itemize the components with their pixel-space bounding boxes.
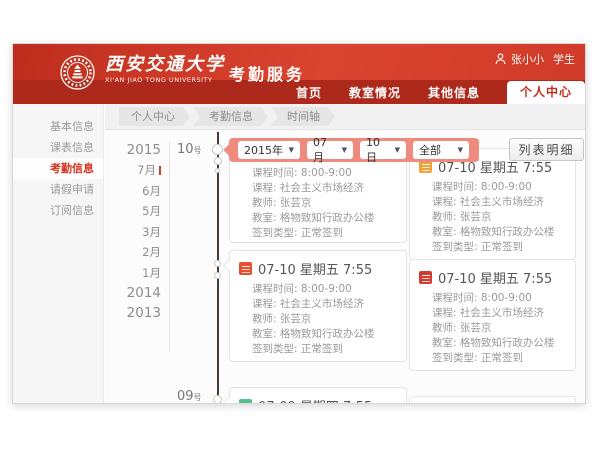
sidebar-item-attendance-info[interactable]: 考勤信息	[13, 158, 103, 179]
card-date-title: 07-09 星期四 7:55	[258, 396, 372, 404]
type-select[interactable]: 全部▼	[413, 141, 469, 159]
nav-item-personal-center[interactable]: 个人中心	[507, 81, 585, 104]
user-info[interactable]: 张小小 学生	[495, 51, 575, 67]
card-line-time: 课程时间: 8:00-9:00	[410, 291, 575, 306]
attendance-card: 07-10 星期五 7:55 课程时间: 8:00-9:00 课程: 社会主义市…	[229, 250, 407, 362]
breadcrumb-attendance-info[interactable]: 考勤信息	[193, 107, 268, 126]
calendar-icon	[239, 262, 252, 275]
app-window: 西安交通大学 XI'AN JIAO TONG UNIVERSITY 考勤服务 张…	[12, 43, 586, 404]
attendance-card	[409, 396, 576, 404]
calendar-icon	[419, 271, 432, 284]
nav-item-classrooms[interactable]: 教室情况	[349, 84, 401, 101]
card-line-course: 课程: 社会主义市场经济	[410, 195, 575, 210]
card-line-room: 教室: 格物致知行政办公楼	[410, 225, 575, 240]
card-line-course: 课程: 社会主义市场经济	[230, 297, 406, 312]
filter-bar: 2015年▼ 07月▼ 10日▼ 全部▼	[229, 138, 479, 162]
chevron-down-icon: ▼	[395, 146, 400, 154]
month-select[interactable]: 07月▼	[307, 141, 353, 159]
rail-year-2013[interactable]: 2013	[109, 303, 161, 323]
main-nav: 首页 教室情况 其他信息 个人中心	[296, 80, 585, 104]
rail-month-may[interactable]: 5月	[109, 201, 161, 222]
breadcrumb: 个人中心 考勤信息 时间轴	[105, 104, 585, 130]
chevron-down-icon: ▼	[458, 146, 463, 154]
card-line-room: 教室: 格物致知行政办公楼	[410, 336, 575, 351]
chevron-down-icon: ▼	[289, 146, 294, 154]
sidebar-item-basic-info[interactable]: 基本信息	[13, 116, 103, 137]
list-detail-button[interactable]: 列表明细	[509, 138, 584, 161]
app-header: 西安交通大学 XI'AN JIAO TONG UNIVERSITY 考勤服务 张…	[13, 44, 585, 104]
nav-item-home[interactable]: 首页	[296, 84, 322, 101]
timeline-dot	[214, 157, 222, 165]
rail-divider	[169, 142, 170, 352]
rail-month-jun[interactable]: 6月	[109, 181, 161, 202]
university-title-block: 西安交通大学 XI'AN JIAO TONG UNIVERSITY	[105, 55, 225, 84]
university-name-en: XI'AN JIAO TONG UNIVERSITY	[105, 76, 225, 84]
timeline-dot	[215, 168, 220, 173]
app-title: 考勤服务	[229, 61, 305, 85]
sidebar-item-leave-request[interactable]: 请假申请	[13, 179, 103, 200]
card-line-teacher: 教师: 张芸京	[230, 196, 406, 211]
timeline-dot	[212, 144, 223, 155]
card-line-room: 教室: 格物致知行政办公楼	[230, 211, 406, 226]
rail-month-mar[interactable]: 3月	[109, 222, 161, 243]
card-line-teacher: 教师: 张芸京	[230, 312, 406, 327]
day-select[interactable]: 10日▼	[360, 141, 406, 159]
timeline-dot	[213, 395, 222, 404]
card-date-title: 07-10 星期五 7:55	[438, 268, 552, 287]
year-month-rail: 2015 7月 6月 5月 3月 2月 1月 2014 2013	[109, 140, 161, 323]
day-label-10: 10号	[177, 142, 202, 157]
rail-month-jul[interactable]: 7月	[109, 160, 161, 181]
user-name: 张小小	[511, 51, 544, 67]
user-role: 学生	[553, 51, 575, 67]
sidebar: 基本信息 课表信息 考勤信息 请假申请 订阅信息	[13, 104, 104, 403]
nav-item-other-info[interactable]: 其他信息	[428, 84, 480, 101]
card-line-signtype: 签到类型: 正常签到	[230, 226, 406, 241]
rail-year-2014[interactable]: 2014	[109, 283, 161, 303]
card-line-course: 课程: 社会主义市场经济	[230, 181, 406, 196]
card-line-signtype: 签到类型: 正常签到	[410, 240, 575, 255]
attendance-card: 07-10 星期五 7:55 课程时间: 8:00-9:00 课程: 社会主义市…	[409, 148, 576, 260]
card-line-teacher: 教师: 张芸京	[410, 210, 575, 225]
card-line-course: 课程: 社会主义市场经济	[410, 306, 575, 321]
timeline-dot	[214, 260, 221, 267]
card-date-title: 07-10 星期五 7:55	[258, 259, 372, 278]
rail-year-2015[interactable]: 2015	[109, 140, 161, 160]
card-line-signtype: 签到类型: 正常签到	[410, 351, 575, 366]
user-icon	[495, 53, 506, 65]
breadcrumb-personal-center[interactable]: 个人中心	[119, 107, 190, 126]
card-line-time: 课程时间: 8:00-9:00	[230, 166, 406, 181]
card-line-time: 课程时间: 8:00-9:00	[230, 282, 406, 297]
breadcrumb-timeline[interactable]: 时间轴	[271, 107, 335, 126]
sidebar-item-subscription-info[interactable]: 订阅信息	[13, 200, 103, 221]
attendance-card: 07-09 星期四 7:55	[229, 387, 407, 404]
rail-month-feb[interactable]: 2月	[109, 242, 161, 263]
rail-month-jan[interactable]: 1月	[109, 263, 161, 284]
day-label-09: 09号	[177, 389, 202, 404]
timeline-dot	[214, 272, 221, 279]
calendar-icon	[239, 399, 252, 404]
university-name-cn: 西安交通大学	[105, 55, 225, 75]
attendance-card: 07-10 星期五 7:55 课程时间: 8:00-9:00 课程: 社会主义市…	[409, 259, 576, 371]
card-line-teacher: 教师: 张芸京	[410, 321, 575, 336]
chevron-down-icon: ▼	[342, 146, 347, 154]
year-select[interactable]: 2015年▼	[238, 141, 300, 159]
card-line-signtype: 签到类型: 正常签到	[230, 342, 406, 357]
card-line-time: 课程时间: 8:00-9:00	[410, 180, 575, 195]
card-line-room: 教室: 格物致知行政办公楼	[230, 327, 406, 342]
university-logo-icon	[59, 54, 96, 91]
sidebar-item-schedule-info[interactable]: 课表信息	[13, 137, 103, 158]
